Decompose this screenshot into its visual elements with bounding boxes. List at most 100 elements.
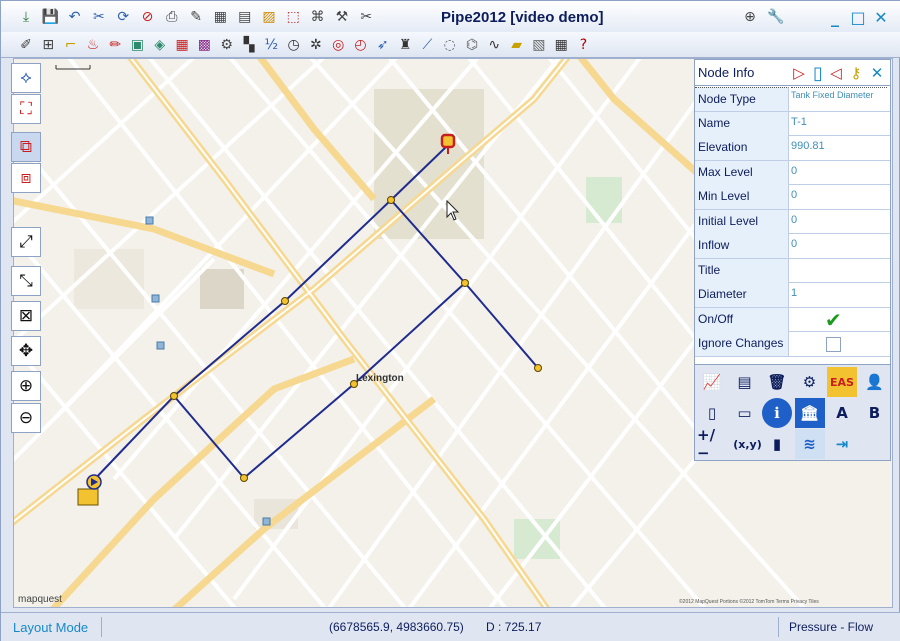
- nodes-icon[interactable]: ⛶: [11, 94, 41, 124]
- maximize-button[interactable]: □: [848, 7, 868, 27]
- book-icon[interactable]: ▮: [762, 429, 792, 459]
- property-row[interactable]: Inflow 0: [695, 234, 890, 259]
- stop-icon[interactable]: ⊘: [137, 6, 159, 28]
- property-value[interactable]: 0: [791, 185, 887, 209]
- ignore-changes-checkbox[interactable]: [826, 337, 841, 352]
- property-row[interactable]: Diameter 1: [695, 283, 890, 308]
- property-value[interactable]: T-1: [791, 112, 887, 136]
- node-icon[interactable]: ◌: [439, 34, 461, 56]
- property-row[interactable]: Initial Level 0: [695, 209, 890, 234]
- property-row[interactable]: Title: [695, 258, 890, 283]
- pencil-icon[interactable]: ✏: [104, 34, 126, 56]
- xy-icon[interactable]: (x,y): [730, 429, 766, 459]
- palette-icon[interactable]: ▩: [193, 34, 215, 56]
- gauge-icon[interactable]: ◴: [350, 34, 372, 56]
- gear-icon[interactable]: ✲: [305, 34, 327, 56]
- close-button[interactable]: ✕: [871, 7, 891, 27]
- refresh-icon[interactable]: ⟳: [112, 6, 134, 28]
- fire-hydrant-icon[interactable]: ♨: [82, 34, 104, 56]
- pipe-select-icon[interactable]: ⌐: [60, 34, 82, 56]
- map-icon[interactable]: ▣: [127, 34, 149, 56]
- zoom-window-icon[interactable]: ⊠: [11, 301, 41, 331]
- target-icon[interactable]: ◎: [327, 34, 349, 56]
- previous-node-icon[interactable]: ▷: [789, 63, 809, 83]
- select-icon[interactable]: ⬚: [282, 6, 304, 28]
- junction-node[interactable]: [534, 364, 542, 372]
- table-icon[interactable]: ▦: [209, 6, 231, 28]
- property-row[interactable]: On/Off ✔: [695, 307, 890, 332]
- copy-icon[interactable]: ▯: [697, 398, 727, 428]
- graph-icon[interactable]: 📈: [697, 367, 727, 397]
- reservoir-node[interactable]: [77, 474, 102, 506]
- next-node-icon[interactable]: ◁: [826, 63, 846, 83]
- report-icon[interactable]: ▤: [234, 6, 256, 28]
- wave-icon[interactable]: ∿: [483, 34, 505, 56]
- edit-layout-icon[interactable]: ✐: [15, 34, 37, 56]
- export-icon[interactable]: ⤓: [15, 6, 37, 28]
- checker-icon[interactable]: ▚: [238, 34, 260, 56]
- property-value[interactable]: [791, 259, 887, 283]
- key-icon[interactable]: ⚷: [846, 63, 866, 83]
- zoom-network-icon[interactable]: ⟡: [11, 63, 41, 93]
- junction-node[interactable]: [240, 474, 248, 482]
- delete-pipes-icon[interactable]: ✂: [88, 6, 110, 28]
- network-icon[interactable]: ⌘: [307, 6, 329, 28]
- property-value[interactable]: 0: [791, 210, 887, 234]
- help-icon[interactable]: ?: [573, 34, 595, 56]
- tower-icon[interactable]: ♜: [394, 34, 416, 56]
- pipe-icon[interactable]: ⌬: [461, 34, 483, 56]
- pipe-p5[interactable]: [173, 395, 245, 479]
- pan-icon[interactable]: ✥: [11, 336, 41, 366]
- list-icon[interactable]: ▤: [730, 367, 760, 397]
- property-row[interactable]: Ignore Changes: [695, 332, 890, 357]
- info-icon[interactable]: ℹ: [762, 398, 792, 428]
- map-layer-icon[interactable]: ⧈: [11, 163, 41, 193]
- junction-node[interactable]: [461, 279, 469, 287]
- zoom-box-icon[interactable]: ⤡: [11, 266, 41, 296]
- junction-node[interactable]: [170, 392, 178, 400]
- grid-table-icon[interactable]: ⊞: [37, 34, 59, 56]
- minimize-button[interactable]: _: [825, 7, 845, 27]
- calculator-icon[interactable]: ▦: [550, 34, 572, 56]
- property-row[interactable]: Node Type Tank Fixed Diameter: [695, 87, 890, 112]
- property-row[interactable]: Elevation 990.81: [695, 136, 890, 161]
- property-value[interactable]: 1: [791, 283, 887, 307]
- trash-icon[interactable]: 🗑: [762, 367, 792, 397]
- scissors-icon[interactable]: ✂: [355, 6, 377, 28]
- text-a-icon[interactable]: A: [827, 398, 857, 428]
- slope-icon[interactable]: ⟋: [416, 34, 438, 56]
- zoom-out-icon[interactable]: ⊖: [11, 403, 41, 433]
- wrench-icon[interactable]: 🔧: [765, 6, 787, 28]
- connect-icon[interactable]: ⇥: [827, 429, 857, 459]
- eas-icon[interactable]: EAS: [827, 367, 857, 397]
- wrench-small-icon[interactable]: ⚙: [216, 34, 238, 56]
- bank-icon[interactable]: 🏛: [794, 398, 825, 428]
- settings-icon[interactable]: ▧: [528, 34, 550, 56]
- property-value[interactable]: 0: [791, 234, 887, 258]
- table-grid-icon[interactable]: ▦: [171, 34, 193, 56]
- undo-icon[interactable]: ↶: [64, 6, 86, 28]
- property-value[interactable]: 990.81: [791, 136, 887, 160]
- tools-icon[interactable]: ⚒: [331, 6, 353, 28]
- print-icon[interactable]: ⎙: [161, 6, 183, 28]
- property-row[interactable]: Min Level 0: [695, 185, 890, 210]
- pipes-select-icon[interactable]: ⧉: [11, 132, 41, 162]
- text-b-icon[interactable]: B: [860, 398, 890, 428]
- save-icon[interactable]: 💾: [39, 6, 61, 28]
- plus-minus-icon[interactable]: +/−: [697, 426, 727, 462]
- property-value[interactable]: Tank Fixed Diameter: [791, 87, 887, 111]
- property-row[interactable]: Max Level 0: [695, 160, 890, 185]
- property-row[interactable]: Name T-1: [695, 111, 890, 136]
- close-panel-icon[interactable]: ✕: [867, 63, 887, 83]
- junction-node[interactable]: [281, 297, 289, 305]
- globe-icon[interactable]: ⊕: [739, 6, 761, 28]
- user-icon[interactable]: 👤: [860, 367, 890, 397]
- draw-icon[interactable]: ✎: [185, 6, 207, 28]
- zoom-in-icon[interactable]: ⊕: [11, 371, 41, 401]
- image-icon[interactable]: ▰: [506, 34, 528, 56]
- paste-icon[interactable]: ▭: [730, 398, 760, 428]
- select-node-icon[interactable]: ▯: [808, 63, 828, 84]
- junction-node[interactable]: [387, 196, 395, 204]
- zoom-extents-icon[interactable]: ⤢: [11, 227, 41, 257]
- node-settings-icon[interactable]: ⚙: [795, 367, 825, 397]
